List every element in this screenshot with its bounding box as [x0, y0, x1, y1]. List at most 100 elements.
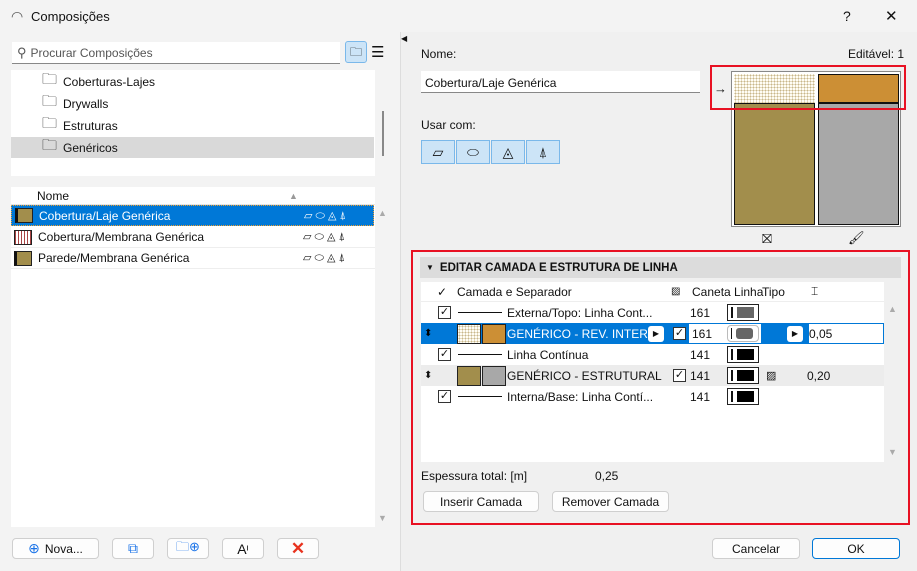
drag-handle-icon[interactable]: ⬍ — [424, 370, 432, 381]
composite-swatch — [15, 208, 33, 223]
composite-swatch — [14, 250, 32, 266]
shell-toggle-icon[interactable]: ⍋ — [526, 140, 560, 164]
list-view-button[interactable]: ☰ — [371, 43, 384, 61]
brush-icon: 🖌 — [848, 230, 865, 245]
roof-toggle-icon[interactable]: ◬ — [491, 140, 525, 164]
core-type-icon: ▨ — [766, 370, 777, 382]
layer-row-line[interactable]: ✓ Externa/Topo: Linha Cont... 161 — [421, 302, 884, 323]
app-icon: ◠ — [11, 8, 24, 24]
layers-table: ✓ Camada e Separador ▨ Caneta Linha Tipo… — [421, 282, 884, 462]
scroll-up-arrow[interactable]: ▲ — [378, 208, 387, 218]
line-sample — [458, 354, 502, 355]
scroll-down-arrow[interactable]: ▼ — [378, 513, 387, 523]
column-type: Tipo — [762, 284, 785, 299]
core-checkbox[interactable]: ✓ — [673, 327, 686, 340]
line-sample — [458, 312, 502, 313]
folder-item[interactable]: 🗀 Estruturas — [11, 115, 375, 136]
layers-section-header[interactable]: ▼ EDITAR CAMADA E ESTRUTURA DE LINHA — [420, 257, 901, 278]
pen-sample[interactable] — [727, 325, 759, 342]
folder-item[interactable]: 🗀 Coberturas-Lajes — [11, 71, 375, 92]
table-header: ✓ Camada e Separador ▨ Caneta Linha Tipo… — [421, 282, 884, 302]
editable-count: Editável: 1 — [848, 47, 905, 61]
close-button[interactable]: ✕ — [885, 7, 898, 25]
element-type-icons: ▱ ⬭ ◬ ⍋ — [304, 209, 347, 222]
drag-handle-icon[interactable]: ⬍ — [424, 328, 432, 339]
table-scroll-down[interactable]: ▼ — [888, 447, 897, 457]
layer-menu-button[interactable]: ▶ — [648, 325, 664, 342]
layer-row-line[interactable]: ✓ Interna/Base: Linha Contí... 141 — [421, 386, 884, 407]
folder-tree: 🗀 Coberturas-Lajes 🗀 Drywalls 🗀 Estruturas … — [11, 70, 375, 176]
total-thickness-label: Espessura total: [m] — [421, 469, 528, 483]
folder-scrollbar[interactable] — [382, 111, 384, 156]
column-header-name[interactable]: Nome ▲ — [11, 187, 375, 205]
sort-arrow-icon: ▲ — [289, 190, 298, 201]
layer-fill-swatch[interactable] — [457, 365, 481, 386]
pen-sample[interactable] — [727, 367, 759, 384]
preview-structure-layer[interactable] — [734, 103, 815, 225]
thickness-icon: ⌶ — [811, 284, 819, 298]
layer-row-line[interactable]: ✓ Linha Contínua 141 — [421, 344, 884, 365]
plus-circle-icon: ⊕ — [28, 540, 40, 556]
collapse-triangle-icon: ▼ — [426, 263, 434, 272]
new-folder-button[interactable]: 🗀⊕ — [167, 538, 209, 559]
preview-structure-fill[interactable] — [818, 103, 899, 225]
search-input[interactable]: ⚲ Procurar Composições — [12, 42, 340, 64]
folder-item-selected[interactable]: 🗀 Genéricos — [11, 137, 374, 158]
pen-sample[interactable] — [727, 304, 759, 321]
composite-list: Nome ▲ Cobertura/Laje Genérica ▱ ⬭ ◬ ⍋ Cob… — [11, 187, 375, 527]
thickness-value[interactable]: 0,20 — [807, 369, 830, 383]
collapse-panel-arrow[interactable]: ◀ — [401, 34, 407, 43]
use-with-label: Usar com: — [421, 118, 476, 132]
table-scroll-up[interactable]: ▲ — [888, 304, 897, 314]
rename-button[interactable]: Aᶦ — [222, 538, 264, 559]
type-menu-button[interactable]: ▶ — [787, 325, 803, 342]
wall-toggle-icon[interactable]: ▱ — [421, 140, 455, 164]
folder-item[interactable]: 🗀 Drywalls — [11, 93, 375, 114]
layer-color-swatch[interactable] — [482, 323, 506, 344]
delete-button[interactable]: ✕ — [277, 538, 319, 559]
search-icon: ⚲ — [17, 44, 27, 60]
element-type-icons: ▱ ⬭ ◬ ⍋ — [303, 231, 346, 243]
rename-icon: Aᶦ — [237, 540, 249, 557]
checkbox[interactable]: ✓ — [438, 348, 451, 361]
line-sample — [458, 396, 502, 397]
new-folder-icon: 🗀⊕ — [176, 538, 200, 554]
layer-fill-swatch[interactable] — [457, 323, 481, 344]
window-title: Composições — [31, 9, 110, 24]
name-input[interactable]: Cobertura/Laje Genérica — [421, 71, 700, 93]
pen-sample[interactable] — [727, 388, 759, 405]
list-item[interactable]: Parede/Membrana Genérica ▱ ⬭ ◬ ⍋ — [11, 248, 375, 269]
title-bar: ◠ Composições ? ✕ — [0, 0, 917, 32]
pen-sample[interactable] — [727, 346, 759, 363]
folder-icon: 🗀 — [42, 137, 58, 154]
delete-x-icon: ✕ — [290, 538, 306, 558]
duplicate-button[interactable]: ⧉ — [112, 538, 154, 559]
thickness-value[interactable]: 0,05 — [809, 327, 832, 341]
check-all-icon: ✓ — [437, 284, 448, 299]
column-pen: Caneta Linha — [692, 284, 764, 299]
ok-button[interactable]: OK — [812, 538, 900, 559]
checkbox[interactable]: ✓ — [438, 390, 451, 403]
core-column-icon: ▨ — [671, 286, 681, 297]
cancel-button[interactable]: Cancelar — [712, 538, 800, 559]
insert-layer-button[interactable]: Inserir Camada — [423, 491, 539, 512]
checkbox[interactable]: ✓ — [438, 306, 451, 319]
slab-toggle-icon[interactable]: ⬭ — [456, 140, 490, 164]
list-item[interactable]: Cobertura/Membrana Genérica ▱ ⬭ ◬ ⍋ — [11, 227, 375, 248]
selection-highlight — [710, 65, 906, 110]
hatch-icon: ⛝ — [762, 231, 772, 246]
layer-color-swatch[interactable] — [482, 365, 506, 386]
layer-row[interactable]: ⬍ GENÉRICO - ESTRUTURAL ✓ 141 ▨ 0,20 — [421, 365, 884, 386]
duplicate-icon: ⧉ — [128, 540, 138, 556]
core-checkbox[interactable]: ✓ — [673, 369, 686, 382]
name-label: Nome: — [421, 47, 457, 61]
layer-row-selected[interactable]: ⬍ GENÉRICO - REV. INTER... ▶ ✓ 161 ▶ 0,0… — [421, 323, 884, 344]
column-layer: Camada e Separador — [457, 284, 572, 299]
element-type-icons: ▱ ⬭ ◬ ⍋ — [303, 252, 346, 264]
composite-swatch — [14, 229, 32, 245]
list-item-selected[interactable]: Cobertura/Laje Genérica ▱ ⬭ ◬ ⍋ — [11, 205, 374, 226]
help-button[interactable]: ? — [843, 8, 851, 24]
folder-view-button[interactable]: 🗀 — [345, 41, 367, 63]
remove-layer-button[interactable]: Remover Camada — [552, 491, 669, 512]
new-button[interactable]: ⊕ Nova... — [12, 538, 99, 559]
